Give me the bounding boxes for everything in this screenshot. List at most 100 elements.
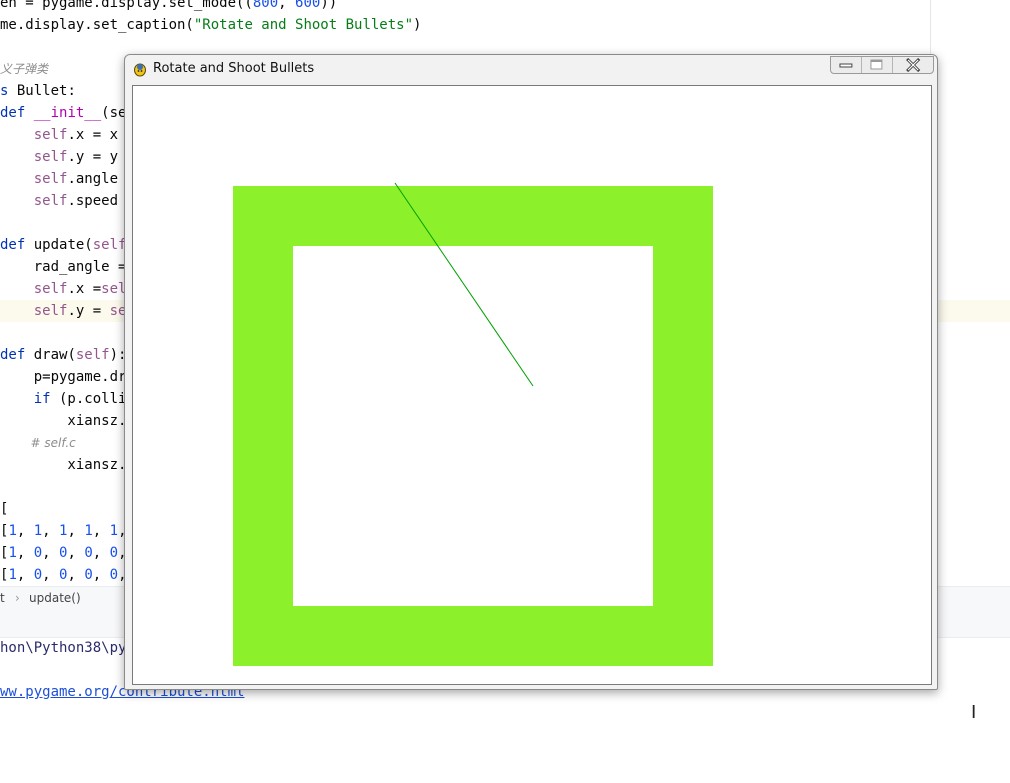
code-token: 0 [33,545,43,561]
code-token: , [42,523,60,539]
code-token: .y = [67,303,110,319]
code-token: def [0,347,26,363]
code-token: 0 [84,567,93,583]
code-line[interactable]: def __init__(sel [0,102,135,124]
window-title: Rotate and Shoot Bullets [153,61,315,76]
code-token: , [42,567,60,583]
code-token: , [92,523,110,539]
code-token: self [33,281,68,297]
code-line[interactable]: xiansz.a [0,454,135,476]
code-token: me.display.set_caption( [0,17,194,33]
code-line[interactable]: [1, 0, 0, 0, 0, [0,542,127,564]
code-line[interactable]: self.angle = [0,168,143,190]
code-line[interactable]: # self.c [0,432,76,454]
minimize-button[interactable] [831,57,862,73]
code-token: rad_angle = [0,259,135,275]
code-token: 0 [109,567,119,583]
pygame-window[interactable]: Rotate and Shoot Bullets [124,54,938,690]
code-token: self [33,149,68,165]
code-line[interactable]: xiansz.c [0,410,135,432]
code-line[interactable]: def update(self) [0,234,135,256]
code-line[interactable]: if (p.colli [0,388,127,410]
code-token: [ [0,501,9,517]
minimize-icon [839,63,853,68]
code-token: self [92,237,127,253]
code-token: 600 [295,0,321,11]
code-line[interactable]: def draw(self): [0,344,126,366]
code-token: 1 [8,567,17,583]
code-token: , [42,545,60,561]
code-token: 1 [109,523,119,539]
code-line[interactable]: 义子弹类 [0,58,48,80]
close-button[interactable] [893,57,933,73]
code-token: self [75,347,110,363]
breadcrumb-class[interactable]: t [0,591,5,605]
code-line[interactable]: p=pygame.dra [0,366,135,388]
code-line[interactable]: s Bullet: [0,80,76,102]
code-token: "Rotate and Shoot Bullets" [193,17,414,33]
code-token: ) [413,17,422,33]
maximize-button[interactable] [862,57,893,73]
code-token: 1 [8,545,17,561]
code-line[interactable]: en = pygame.display.set_mode((800, 600)) [0,0,337,14]
code-token: # self.c [0,436,76,450]
code-token: 1 [84,523,93,539]
code-token: __init__ [33,105,102,121]
code-token: , [278,0,296,11]
code-token: , [92,567,110,583]
code-token: , [67,567,85,583]
window-controls [830,56,934,74]
code-token: def [0,237,26,253]
code-token: Bullet: [8,83,76,99]
code-line[interactable]: [1, 1, 1, 1, 1, [0,520,127,542]
code-token: , [67,523,85,539]
breadcrumb-function[interactable]: update() [29,591,81,605]
code-token: def [0,105,26,121]
code-line[interactable]: rad_angle = [0,256,135,278]
code-token: .x = x [67,127,119,143]
wall-right [653,246,713,606]
code-token: xiansz.a [0,457,135,473]
code-line[interactable]: me.display.set_caption("Rotate and Shoot… [0,14,421,36]
code-token: , [92,545,110,561]
code-token: , [16,523,34,539]
code-token: 0 [84,545,93,561]
code-token: p=pygame.dra [0,369,135,385]
code-token: if [33,391,51,407]
code-token: draw( [25,347,76,363]
code-token: 0 [109,545,119,561]
code-token: self [33,171,68,187]
code-token: 0 [33,567,43,583]
code-line[interactable]: [1, 0, 0, 0, 0, [0,564,127,586]
window-titlebar[interactable]: Rotate and Shoot Bullets [125,55,937,83]
wall-bottom [233,606,713,666]
game-canvas[interactable] [132,85,932,685]
game-surface [133,86,931,684]
code-line[interactable]: self.y = y [0,146,118,168]
pygame-snake-icon [134,63,146,77]
code-token: , [16,567,34,583]
code-line[interactable]: [ [0,498,8,520]
mouse-ibeam-cursor: I [971,702,977,723]
code-line[interactable]: self.y = se [0,300,127,322]
code-token: en = pygame.display.set_mode(( [0,0,253,11]
maximize-icon [870,59,883,70]
code-token: (p.colli [50,391,127,407]
code-token: xiansz.c [0,413,135,429]
code-line[interactable]: self.x =sel [0,278,127,300]
code-line[interactable]: self.speed = [0,190,143,212]
code-token: , [16,545,34,561]
breadcrumb-separator: › [15,591,20,605]
code-line[interactable]: self.x = x [0,124,118,146]
code-token: )) [320,0,338,11]
code-token: 1 [33,523,43,539]
console-path-text: hon\Python38\pyt [0,640,135,656]
code-token: sel [101,281,127,297]
wall-left [233,246,293,606]
